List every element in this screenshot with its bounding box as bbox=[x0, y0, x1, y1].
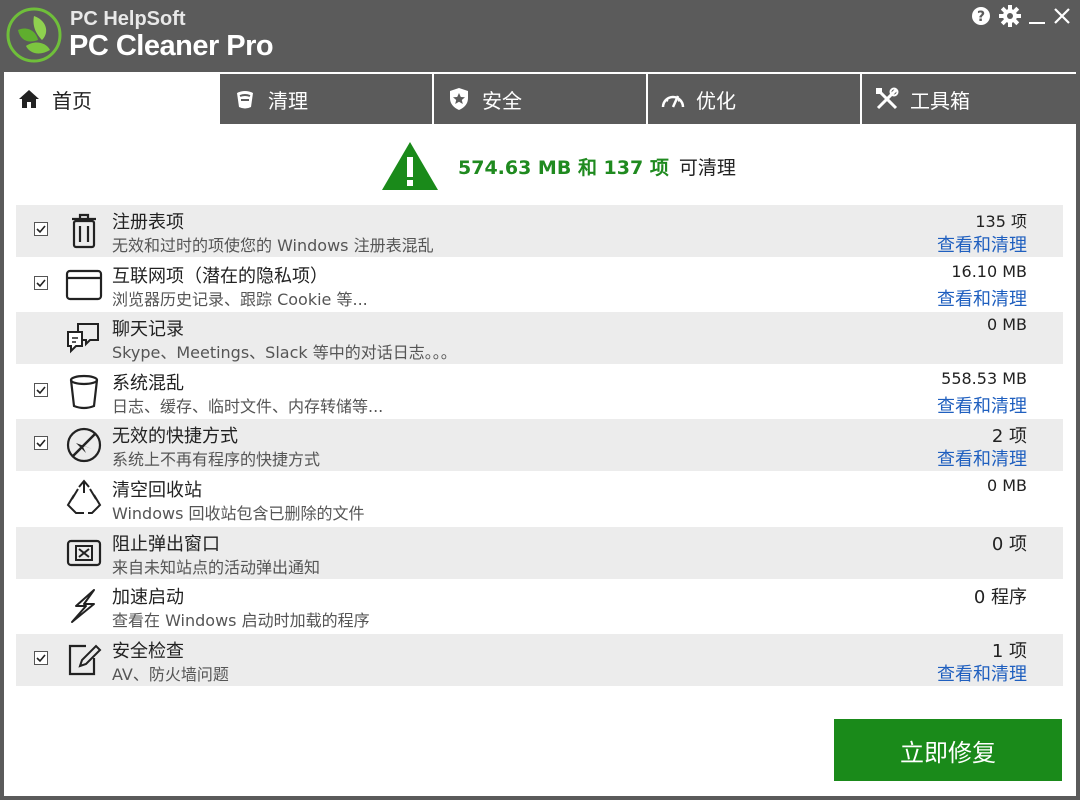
list-item-security-check: 安全检查 AV、防火墙问题 1 项 查看和清理 bbox=[16, 633, 1063, 686]
title-bar: PC HelpSoft PC Cleaner Pro ? bbox=[0, 0, 1080, 72]
view-and-clean-link[interactable]: 查看和清理 bbox=[937, 392, 1027, 418]
item-title: 清空回收站 bbox=[112, 479, 202, 501]
item-count: 135 项 bbox=[975, 212, 1027, 231]
view-and-clean-link[interactable]: 查看和清理 bbox=[937, 285, 1027, 311]
scan-summary: 574.63 MB 和 137 项 可清理 bbox=[380, 138, 736, 194]
item-title: 安全检查 bbox=[112, 640, 184, 662]
item-description: Skype、Meetings、Slack 等中的对话日志。。。 bbox=[112, 343, 457, 363]
item-size: 0 MB bbox=[986, 315, 1027, 335]
item-count: 0 项 bbox=[991, 533, 1027, 555]
gear-icon bbox=[999, 5, 1021, 27]
tab-security[interactable]: 安全 bbox=[434, 74, 646, 124]
tab-label: 工具箱 bbox=[910, 88, 970, 113]
tab-optimize[interactable]: 优化 bbox=[648, 74, 860, 124]
item-title: 阻止弹出窗口 bbox=[112, 533, 220, 555]
settings-button[interactable] bbox=[997, 4, 1023, 28]
item-title: 无效的快捷方式 bbox=[112, 426, 238, 448]
item-title: 加速启动 bbox=[112, 587, 184, 609]
list-item-internet: 互联网项（潜在的隐私项） 浏览器历史记录、跟踪 Cookie 等... 16.1… bbox=[16, 259, 1063, 311]
security-check-checkbox[interactable] bbox=[34, 650, 48, 665]
leaf-logo-icon bbox=[6, 7, 62, 63]
brand-company: PC HelpSoft bbox=[70, 8, 186, 30]
scan-results-list: 注册表项 无效和过时的项使您的 Windows 注册表混乱 135 项 查看和清… bbox=[16, 205, 1063, 687]
view-and-clean-link[interactable]: 查看和清理 bbox=[937, 660, 1027, 686]
shield-icon bbox=[446, 86, 472, 112]
tab-clean[interactable]: 清理 bbox=[220, 74, 432, 124]
list-item-system-clutter: 系统混乱 日志、缓存、临时文件、内存转储等... 558.53 MB 查看和清理 bbox=[16, 366, 1063, 418]
item-title: 注册表项 bbox=[112, 212, 184, 233]
item-size: 16.10 MB bbox=[951, 261, 1027, 281]
fix-now-button[interactable]: 立即修复 bbox=[834, 719, 1062, 781]
chat-bubbles-icon bbox=[67, 323, 99, 354]
item-size: 0 MB bbox=[986, 475, 1027, 495]
item-description: AV、防火墙问题 bbox=[112, 664, 229, 684]
home-icon bbox=[16, 86, 42, 112]
edit-check-icon bbox=[68, 644, 102, 675]
tab-label: 清理 bbox=[268, 88, 308, 113]
close-button[interactable] bbox=[1051, 4, 1073, 28]
item-description: 系统上不再有程序的快捷方式 bbox=[112, 450, 321, 470]
registry-checkbox[interactable] bbox=[34, 222, 48, 236]
minimize-icon bbox=[1029, 22, 1045, 24]
item-count: 0 程序 bbox=[973, 587, 1027, 609]
popup-block-icon bbox=[66, 539, 102, 566]
view-and-clean-link[interactable]: 查看和清理 bbox=[937, 231, 1027, 257]
main-window: 首页 清理 安全 优化 工具箱 574.63 MB 和 137 项 可清理 注册… bbox=[4, 72, 1076, 796]
shortcuts-checkbox[interactable] bbox=[34, 436, 48, 451]
item-size: 558.53 MB bbox=[941, 368, 1027, 388]
tab-label: 安全 bbox=[482, 88, 522, 113]
item-description: 日志、缓存、临时文件、内存转储等... bbox=[112, 396, 384, 416]
item-description: 来自未知站点的活动弹出通知 bbox=[112, 557, 321, 577]
tab-label: 首页 bbox=[52, 88, 92, 113]
item-title: 互联网项（潜在的隐私项） bbox=[112, 265, 328, 287]
tab-toolbox[interactable]: 工具箱 bbox=[862, 74, 1076, 124]
speedometer-icon bbox=[660, 86, 686, 112]
internet-checkbox[interactable] bbox=[34, 275, 48, 290]
bin-icon bbox=[69, 374, 99, 409]
list-item-chat-history: 聊天记录 Skype、Meetings、Slack 等中的对话日志。。。 0 M… bbox=[16, 312, 1063, 365]
summary-suffix: 可清理 bbox=[678, 156, 736, 179]
view-and-clean-link[interactable]: 查看和清理 bbox=[937, 445, 1027, 471]
tab-bar: 首页 清理 安全 优化 工具箱 bbox=[4, 74, 1076, 124]
list-item-registry: 注册表项 无效和过时的项使您的 Windows 注册表混乱 135 项 查看和清… bbox=[16, 205, 1063, 257]
warning-icon bbox=[382, 142, 438, 190]
browser-window-icon bbox=[65, 269, 103, 300]
item-description: 查看在 Windows 启动时加载的程序 bbox=[112, 611, 370, 631]
item-title: 聊天记录 bbox=[112, 319, 184, 341]
recycle-icon bbox=[66, 479, 102, 514]
tools-icon bbox=[874, 86, 900, 112]
app-title: PC Cleaner Pro bbox=[69, 30, 274, 62]
help-button[interactable]: ? bbox=[970, 4, 992, 28]
broom-icon bbox=[232, 86, 258, 112]
item-description: 无效和过时的项使您的 Windows 注册表混乱 bbox=[112, 236, 434, 255]
minimize-button[interactable] bbox=[1027, 4, 1047, 28]
trash-icon bbox=[72, 213, 96, 249]
system-clutter-checkbox[interactable] bbox=[34, 382, 48, 397]
item-description: Windows 回收站包含已删除的文件 bbox=[112, 503, 365, 523]
item-description: 浏览器历史记录、跟踪 Cookie 等... bbox=[112, 289, 368, 309]
list-item-shortcuts: 无效的快捷方式 系统上不再有程序的快捷方式 2 项 查看和清理 bbox=[16, 419, 1063, 472]
list-item-popups: 阻止弹出窗口 来自未知站点的活动弹出通知 0 项 bbox=[16, 526, 1063, 579]
list-item-recycle-bin: 清空回收站 Windows 回收站包含已删除的文件 0 MB bbox=[16, 473, 1063, 525]
summary-amount: 574.63 MB 和 137 项 bbox=[458, 156, 669, 179]
help-icon: ? bbox=[972, 7, 990, 25]
close-icon bbox=[1054, 8, 1070, 24]
svg-text:?: ? bbox=[977, 9, 985, 25]
lightning-icon bbox=[71, 589, 95, 624]
broken-shortcut-icon bbox=[66, 428, 102, 463]
tab-home[interactable]: 首页 bbox=[4, 74, 218, 124]
tab-label: 优化 bbox=[696, 88, 736, 113]
item-title: 系统混乱 bbox=[112, 372, 184, 394]
list-item-startup: 加速启动 查看在 Windows 启动时加载的程序 0 程序 bbox=[16, 580, 1063, 632]
